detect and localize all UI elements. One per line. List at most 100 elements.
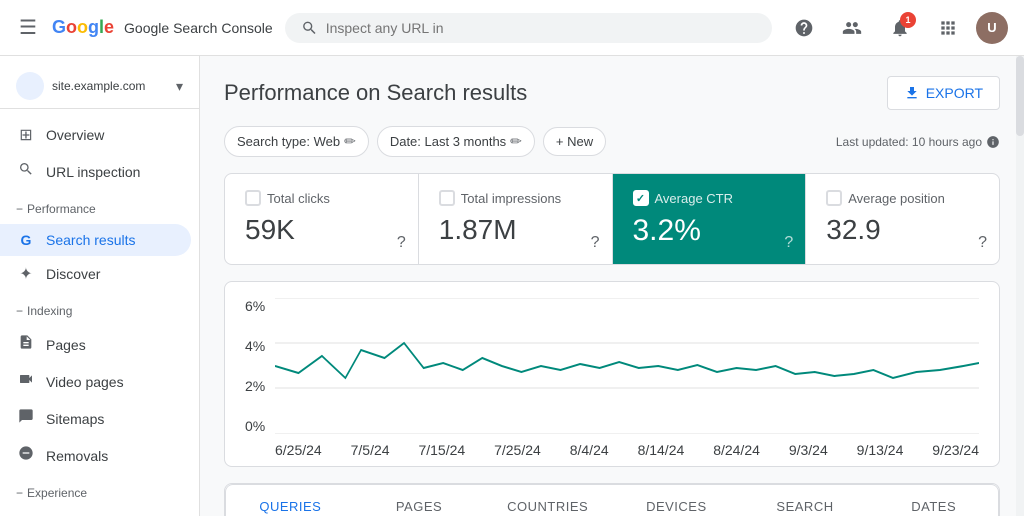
metric-help-icon[interactable]: ? xyxy=(978,234,987,252)
sidebar-item-video-pages[interactable]: Video pages xyxy=(0,363,191,400)
metric-help-icon[interactable]: ? xyxy=(784,234,793,252)
metric-label: Total impressions xyxy=(461,191,561,206)
metric-value: 32.9 xyxy=(826,214,979,246)
page-header: Performance on Search results EXPORT xyxy=(224,76,1000,110)
metric-checkbox[interactable] xyxy=(633,190,649,206)
metric-checkbox[interactable] xyxy=(439,190,455,206)
filter-search-type[interactable]: Search type: Web ✏ xyxy=(224,126,369,157)
x-label: 8/14/24 xyxy=(638,442,685,458)
chart-x-labels: 6/25/24 7/5/24 7/15/24 7/25/24 8/4/24 8/… xyxy=(275,442,979,458)
metric-total-clicks[interactable]: Total clicks 59K ? xyxy=(225,174,419,264)
scrollbar-thumb[interactable] xyxy=(1016,56,1024,136)
pages-icon xyxy=(16,334,36,355)
x-label: 7/15/24 xyxy=(418,442,465,458)
section-label: Indexing xyxy=(27,304,72,318)
sitemaps-icon xyxy=(16,408,36,429)
sidebar-item-pages[interactable]: Pages xyxy=(0,326,191,363)
x-label: 9/23/24 xyxy=(932,442,979,458)
property-chevron-icon[interactable]: ▾ xyxy=(176,78,183,95)
search-icon xyxy=(301,19,318,37)
sidebar-item-page-experience[interactable]: Page Experience xyxy=(0,508,191,516)
x-label: 9/13/24 xyxy=(857,442,904,458)
y-label: 2% xyxy=(245,378,275,394)
tab-dates[interactable]: DATES xyxy=(869,485,998,516)
chart-y-labels: 6% 4% 2% 0% xyxy=(245,298,275,434)
search-input[interactable] xyxy=(326,20,756,36)
x-label: 7/25/24 xyxy=(494,442,541,458)
tab-pages[interactable]: PAGES xyxy=(355,485,484,516)
sidebar-section-experience[interactable]: − Experience xyxy=(0,478,199,508)
sidebar-section-indexing[interactable]: − Indexing xyxy=(0,296,199,326)
menu-icon[interactable]: ☰ xyxy=(16,15,40,40)
overview-icon: ⊞ xyxy=(16,125,36,145)
x-label: 8/24/24 xyxy=(713,442,760,458)
metric-value: 1.87M xyxy=(439,214,592,246)
last-updated-text: Last updated: 10 hours ago xyxy=(836,135,982,149)
y-label: 0% xyxy=(245,418,275,434)
filter-row: Search type: Web ✏ Date: Last 3 months ✏… xyxy=(224,126,1000,157)
metric-checkbox[interactable] xyxy=(826,190,842,206)
export-label: EXPORT xyxy=(926,85,983,101)
y-label: 4% xyxy=(245,338,275,354)
app-title: Google Search Console xyxy=(124,20,273,36)
section-chevron-icon: − xyxy=(16,304,23,318)
sidebar-item-label: Removals xyxy=(46,448,108,464)
metric-label: Total clicks xyxy=(267,191,330,206)
sidebar-item-label: Sitemaps xyxy=(46,411,104,427)
avatar[interactable]: U xyxy=(976,12,1008,44)
sidebar-item-sitemaps[interactable]: Sitemaps xyxy=(0,400,191,437)
sidebar-section-performance[interactable]: − Performance xyxy=(0,194,199,224)
apps-icon xyxy=(938,18,958,38)
metric-help-icon[interactable]: ? xyxy=(397,234,406,252)
edit-icon: ✏ xyxy=(344,133,356,150)
metric-average-ctr[interactable]: Average CTR 3.2% ? xyxy=(613,174,807,264)
help-icon xyxy=(794,18,814,38)
filter-date-label: Date: Last 3 months xyxy=(390,134,506,149)
chart-svg xyxy=(275,298,979,434)
info-icon xyxy=(986,135,1000,149)
x-label: 8/4/24 xyxy=(570,442,609,458)
property-icon xyxy=(16,72,44,100)
scrollbar-track[interactable] xyxy=(1016,56,1024,516)
last-updated: Last updated: 10 hours ago xyxy=(836,135,1000,149)
tabs-row: QUERIES PAGES COUNTRIES DEVICES SEARCH A… xyxy=(225,484,999,516)
metric-value: 59K xyxy=(245,214,398,246)
tabs-container: QUERIES PAGES COUNTRIES DEVICES SEARCH A… xyxy=(224,483,1000,516)
metric-average-position[interactable]: Average position 32.9 ? xyxy=(806,174,999,264)
x-label: 6/25/24 xyxy=(275,442,322,458)
sidebar-item-search-results[interactable]: G Search results xyxy=(0,224,191,256)
tab-search-appearance[interactable]: SEARCH APPEARANCE xyxy=(741,485,870,516)
metric-total-impressions[interactable]: Total impressions 1.87M ? xyxy=(419,174,613,264)
sidebar-item-overview[interactable]: ⊞ Overview xyxy=(0,117,191,153)
page-title: Performance on Search results xyxy=(224,80,527,106)
tab-countries[interactable]: COUNTRIES xyxy=(483,485,612,516)
section-chevron-icon: − xyxy=(16,486,23,500)
notifications-button[interactable]: 1 xyxy=(880,8,920,48)
metric-checkbox[interactable] xyxy=(245,190,261,206)
help-button[interactable] xyxy=(784,8,824,48)
export-button[interactable]: EXPORT xyxy=(887,76,1000,110)
search-results-icon: G xyxy=(16,232,36,248)
add-filter-label: + New xyxy=(556,134,593,149)
property-selector[interactable]: site.example.com ▾ xyxy=(0,64,199,109)
tab-queries[interactable]: QUERIES xyxy=(226,485,355,516)
filter-date[interactable]: Date: Last 3 months ✏ xyxy=(377,126,535,157)
metric-help-icon[interactable]: ? xyxy=(591,234,600,252)
main-content: Performance on Search results EXPORT Sea… xyxy=(200,56,1024,516)
apps-button[interactable] xyxy=(928,8,968,48)
sidebar-item-label: Video pages xyxy=(46,374,124,390)
notifications-badge: 1 xyxy=(900,12,916,28)
sidebar-item-discover[interactable]: ✦ Discover xyxy=(0,256,191,292)
x-label: 7/5/24 xyxy=(351,442,390,458)
search-bar[interactable] xyxy=(285,13,772,43)
sidebar-item-url-inspection[interactable]: URL inspection xyxy=(0,153,191,190)
sidebar-item-removals[interactable]: Removals xyxy=(0,437,191,474)
main-layout: site.example.com ▾ ⊞ Overview URL inspec… xyxy=(0,56,1024,516)
add-filter-button[interactable]: + New xyxy=(543,127,606,156)
sidebar-item-label: URL inspection xyxy=(46,164,140,180)
tab-devices[interactable]: DEVICES xyxy=(612,485,741,516)
video-pages-icon xyxy=(16,371,36,392)
y-label: 6% xyxy=(245,298,275,314)
sidebar-item-label: Pages xyxy=(46,337,86,353)
users-button[interactable] xyxy=(832,8,872,48)
